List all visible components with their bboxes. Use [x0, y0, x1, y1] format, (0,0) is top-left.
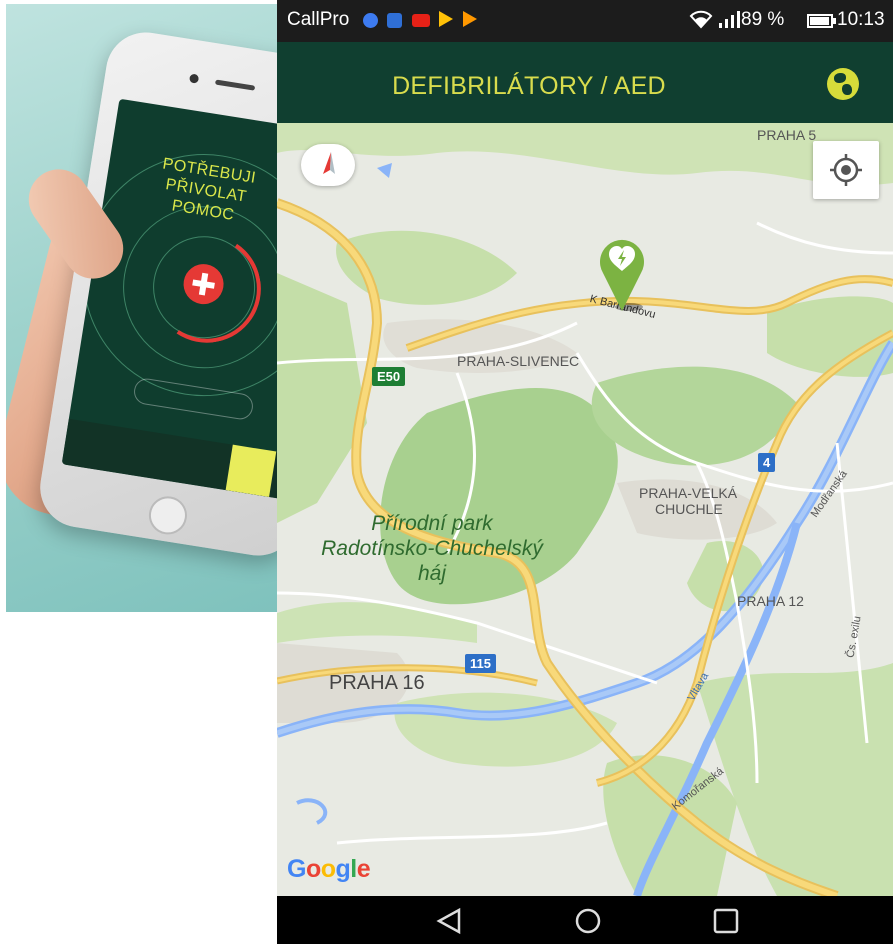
- road-shield-4: 4: [758, 453, 776, 472]
- battery-icon: [807, 14, 833, 28]
- my-location-icon: [830, 154, 862, 186]
- battery-tip: [833, 18, 836, 24]
- navigation-bar: [277, 896, 893, 944]
- road-shield-e50: E50: [372, 367, 406, 386]
- map-canvas: [277, 123, 893, 896]
- outlook-icon: [387, 13, 402, 28]
- google-logo-e: e: [356, 855, 371, 883]
- compass-icon: [323, 152, 335, 174]
- back-button[interactable]: [429, 906, 469, 936]
- phone-home-button: [146, 493, 190, 538]
- google-logo-o1: o: [305, 855, 321, 883]
- promo-phone-screen: POTŘEBUJI PŘIVOLAT POMOC: [61, 98, 278, 499]
- carrier-name: CallPro: [287, 9, 350, 30]
- battery-percent: 89 %: [741, 9, 785, 30]
- recent-apps-button[interactable]: [706, 906, 746, 936]
- promo-phone: POTŘEBUJI PŘIVOLAT POMOC: [34, 26, 278, 562]
- youtube-icon: [412, 14, 430, 27]
- back-icon: [436, 907, 461, 935]
- compass-button[interactable]: [301, 144, 355, 186]
- home-button[interactable]: [568, 906, 608, 936]
- google-logo: Google: [287, 855, 371, 884]
- label-praha-velka: PRAHA-VELKÁ: [639, 485, 738, 501]
- messenger-icon: [363, 13, 378, 28]
- phone-speaker: [214, 79, 256, 91]
- app-bar: DEFIBRILÁTORY / AED: [277, 42, 893, 123]
- road-shield-115: 115: [465, 654, 496, 673]
- home-icon: [575, 908, 601, 934]
- play-store-icon: [463, 11, 477, 27]
- park-label-line-2: Radotínsko-Chuchelský: [321, 537, 543, 560]
- promo-photo: POTŘEBUJI PŘIVOLAT POMOC: [6, 4, 278, 612]
- park-label-line-3: háj: [417, 562, 447, 585]
- label-chuchle: CHUCHLE: [655, 501, 723, 517]
- app-title: DEFIBRILÁTORY / AED: [392, 72, 666, 100]
- promo-tab-bar: [61, 418, 278, 499]
- wifi-icon: [689, 9, 713, 35]
- play-store-icon: [439, 11, 453, 27]
- status-bar: CallPro 89 % 10:13: [277, 0, 893, 42]
- label-nature-park: Přírodní park Radotínsko-Chuchelský háj: [297, 511, 567, 586]
- signal-icon: [717, 9, 741, 35]
- promo-tab-active: [225, 444, 277, 497]
- app-screenshot: CallPro 89 % 10:13 DEFIBRILÁTORY / AED P…: [277, 0, 893, 944]
- recent-apps-icon: [713, 908, 739, 934]
- google-logo-g: G: [287, 855, 306, 883]
- globe-icon[interactable]: [827, 68, 859, 100]
- label-praha-slivenec: PRAHA-SLIVENEC: [457, 353, 580, 369]
- map-view[interactable]: PRAHA 5 PRAHA-SLIVENEC PRAHA-VELKÁ CHUCH…: [277, 123, 893, 896]
- label-praha-12: PRAHA 12: [737, 593, 804, 609]
- clock: 10:13: [837, 9, 885, 30]
- aed-location-marker[interactable]: [597, 233, 647, 313]
- my-location-button[interactable]: [813, 141, 879, 199]
- phone-camera: [188, 73, 200, 84]
- google-logo-o2: o: [320, 855, 336, 883]
- label-praha-16: PRAHA 16: [329, 672, 425, 694]
- park-label-line-1: Přírodní park: [371, 512, 493, 535]
- google-logo-g2: g: [335, 855, 351, 883]
- label-praha-5: PRAHA 5: [757, 127, 817, 143]
